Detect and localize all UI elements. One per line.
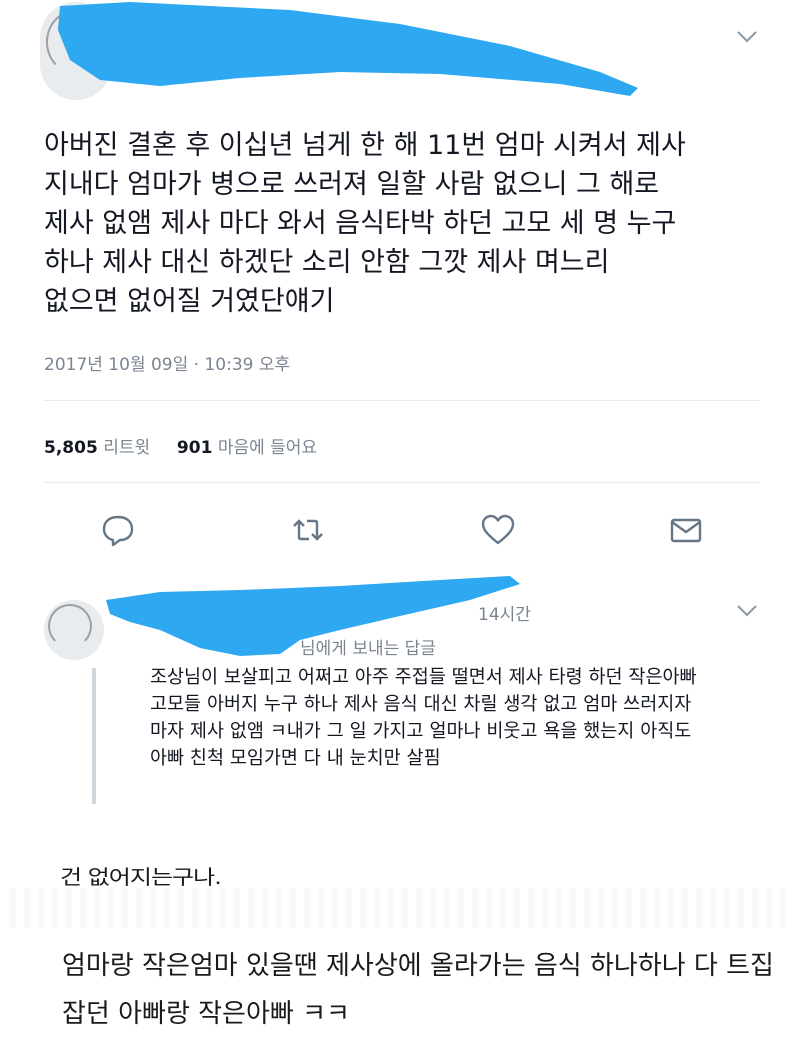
reply-timestamp[interactable]: 14시간: [478, 600, 531, 625]
like-count[interactable]: 901: [177, 438, 213, 458]
tweet-stats: 5,805 리트윗 901 마음에 들어요: [44, 433, 317, 458]
divider: [44, 400, 760, 401]
lower-text: 엄마랑 작은엄마 있을땐 제사상에 올라가는 음식 하나하나 다 트집 잡던 아…: [62, 942, 782, 1038]
heart-icon: [481, 514, 515, 545]
mail-icon: [670, 518, 702, 543]
tweet-text-line: 하나 제사 대신 하겠단 소리 안함 그깟 제사 며느리: [44, 247, 610, 278]
tweet-text-line: 아버진 결혼 후 이십년 넘게 한 해 11번 엄마 시켜서 제사: [44, 130, 686, 161]
replying-to-label: 님에게 보내는 답글: [300, 639, 436, 659]
lower-text-line: 엄마랑 작은엄마 있을땐 제사상에 올라가는 음식 하나하나 다 트집: [62, 951, 774, 981]
partial-text-line: 건 없어지는구나.: [60, 866, 222, 890]
retweet-label[interactable]: 리트윗: [103, 438, 150, 458]
retweet-count[interactable]: 5,805: [44, 438, 98, 458]
reply-icon: [102, 515, 134, 547]
reply-text-line: 마자 제사 없앰 ㅋ내가 그 일 가지고 얼마나 비웃고 욕을 했는지 아직도: [150, 721, 692, 742]
reply-text-line: 아빠 친척 모임가면 다 내 눈치만 살핌: [150, 748, 441, 769]
reply-text-line: 고모들 아버지 누구 하나 제사 음식 대신 차릴 생각 없고 엄마 쓰러지자: [150, 694, 692, 715]
thread-line: [92, 668, 96, 804]
faded-text-area: [10, 888, 790, 928]
divider: [44, 482, 760, 483]
name-redaction: [58, 2, 638, 96]
lower-text-line: 잡던 아빠랑 작은아빠 ㅋㅋ: [62, 999, 350, 1029]
reply-text-line: 조상님이 보살피고 어쩌고 아주 주접들 떨면서 제사 타령 하던 작은아빠: [150, 667, 697, 688]
tweet-timestamp[interactable]: 2017년 10월 09일 · 10:39 오후: [44, 350, 290, 375]
chevron-down-icon[interactable]: [736, 30, 758, 44]
reply-text: 조상님이 보살피고 어쩌고 아주 주접들 떨면서 제사 타령 하던 작은아빠 고…: [150, 664, 770, 772]
tweet-text: 아버진 결혼 후 이십년 넘게 한 해 11번 엄마 시켜서 제사 지내다 엄마…: [44, 126, 764, 321]
tweet-text-line: 제사 없앰 제사 마다 와서 음식타박 하던 고모 세 명 누구: [44, 208, 677, 239]
chevron-down-icon[interactable]: [736, 604, 758, 618]
like-label[interactable]: 마음에 들어요: [218, 438, 317, 458]
reply-button[interactable]: [96, 508, 140, 552]
tweet-text-line: 없으면 없어질 거였단얘기: [44, 286, 335, 317]
like-button[interactable]: [476, 508, 520, 552]
retweet-icon: [293, 519, 323, 541]
tweet-text-line: 지내다 엄마가 병으로 쓰러져 일할 사람 없으니 그 해로: [44, 169, 660, 200]
reply-name-redaction: [106, 576, 520, 656]
retweet-button[interactable]: [286, 508, 330, 552]
direct-message-button[interactable]: [664, 508, 708, 552]
